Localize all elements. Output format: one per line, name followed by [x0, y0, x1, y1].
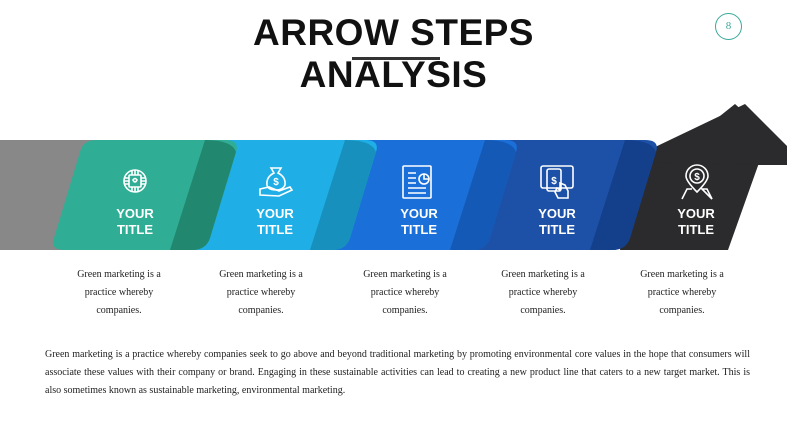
step-2-desc-line-1: Green marketing is a: [219, 269, 303, 280]
step-2-title-line-1: YOUR: [256, 206, 294, 221]
step-2-title: YOUR TITLE: [220, 206, 330, 238]
step-4-desc-line-2: practice whereby: [508, 287, 578, 298]
report-document-icon: [402, 165, 432, 199]
step-4-title-line-2: TITLE: [538, 222, 576, 237]
step-4-title-line-1: YOUR: [538, 206, 576, 221]
step-5-title-line-1: YOUR: [677, 206, 715, 221]
microchip-icon: [123, 169, 147, 193]
money-bag-hand-icon: $: [259, 167, 294, 197]
step-3-title: YOUR TITLE: [364, 206, 474, 238]
step-1-desc-line-3: companies.: [96, 305, 142, 316]
step-3-desc-line-3: companies.: [382, 305, 428, 316]
mobile-payment-icon: $: [540, 165, 574, 199]
step-4-description: Green marketing is a practice whereby co…: [487, 266, 599, 320]
step-3-desc-line-2: practice whereby: [370, 287, 440, 298]
step-1-description: Green marketing is a practice whereby co…: [63, 266, 175, 320]
step-2-desc-line-2: practice whereby: [226, 287, 296, 298]
step-5-desc-line-2: practice whereby: [647, 287, 717, 298]
step-1-desc-line-1: Green marketing is a: [77, 269, 161, 280]
step-3-description: Green marketing is a practice whereby co…: [349, 266, 461, 320]
step-1-title: YOUR TITLE: [80, 206, 190, 238]
step-5-title-line-2: TITLE: [677, 222, 715, 237]
svg-text:$: $: [551, 176, 557, 187]
step-3-desc-line-1: Green marketing is a: [363, 269, 447, 280]
step-2-desc-line-3: companies.: [238, 305, 284, 316]
dollar-location-pin-icon: $: [681, 164, 713, 200]
step-1-title-line-1: YOUR: [116, 206, 154, 221]
step-3-title-line-1: YOUR: [400, 206, 438, 221]
step-5-desc-line-3: companies.: [659, 305, 705, 316]
step-4-desc-line-3: companies.: [520, 305, 566, 316]
step-1-desc-line-2: practice whereby: [84, 287, 154, 298]
step-1-title-line-2: TITLE: [116, 222, 154, 237]
step-4-title: YOUR TITLE: [502, 206, 612, 238]
step-3-title-line-2: TITLE: [400, 222, 438, 237]
svg-text:$: $: [694, 172, 700, 183]
step-2-description: Green marketing is a practice whereby co…: [205, 266, 317, 320]
body-paragraph: Green marketing is a practice whereby co…: [45, 349, 750, 396]
step-5-desc-line-1: Green marketing is a: [640, 269, 724, 280]
step-5-description: Green marketing is a practice whereby co…: [626, 266, 738, 320]
svg-text:$: $: [273, 177, 279, 188]
step-4-desc-line-1: Green marketing is a: [501, 269, 585, 280]
step-2-title-line-2: TITLE: [256, 222, 294, 237]
step-5-title: YOUR TITLE: [641, 206, 751, 238]
